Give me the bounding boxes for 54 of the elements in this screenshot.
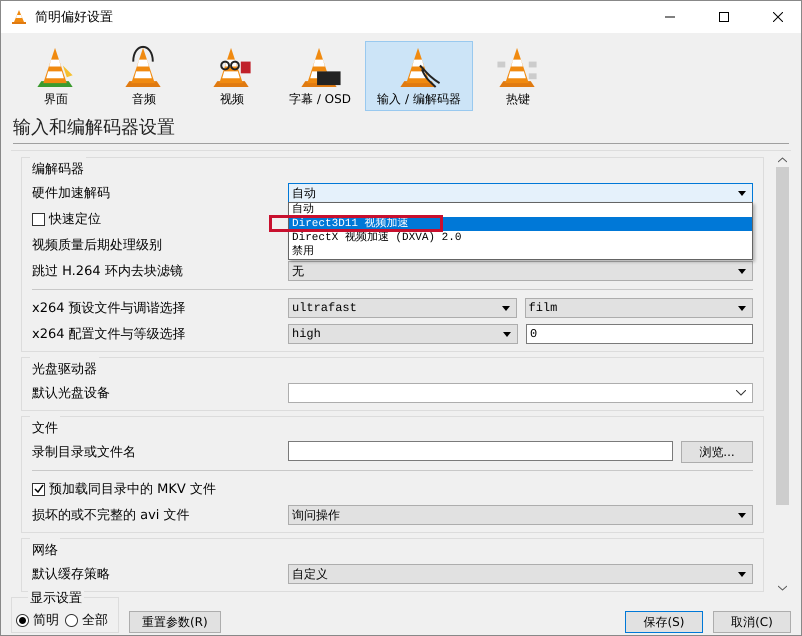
category-tab[interactable]: 热键	[475, 41, 561, 111]
dropdown[interactable]: 自定义	[288, 564, 753, 584]
traffic-cone-icon	[11, 9, 27, 25]
dropdown[interactable]: ultrafast	[288, 298, 516, 318]
checkbox[interactable]	[32, 212, 45, 226]
group-title: 显示设置	[28, 589, 84, 607]
dropdown-arrow-icon	[738, 190, 746, 196]
radio-label: 全部	[82, 612, 108, 629]
setting-label: 损坏的或不完整的 avi 文件	[32, 507, 191, 524]
checkbox-label: 预加载同目录中的 MKV 文件	[49, 481, 216, 498]
dropdown-arrow-icon	[503, 332, 511, 336]
setting-label: 跳过 H.264 环内去块滤镜	[32, 263, 184, 280]
category-tab[interactable]: 视频	[189, 41, 275, 111]
dialog-button[interactable]: 保存(S)	[625, 611, 703, 633]
category-tab[interactable]: 界面	[13, 41, 99, 111]
dropdown[interactable]: film	[524, 298, 753, 318]
dropdown-arrow-icon	[502, 306, 510, 310]
browse-button[interactable]: 浏览...	[681, 441, 753, 463]
page-heading: 输入和编解码器设置	[13, 115, 789, 144]
dropdown[interactable]: 无	[288, 261, 753, 281]
category-tab[interactable]: 音频	[101, 41, 187, 111]
reset-button[interactable]: 重置参数(R)	[129, 611, 221, 633]
scroll-down-icon[interactable]	[778, 585, 787, 591]
text-field[interactable]: 0	[526, 324, 753, 344]
setting-label: x264 预设文件与调谐选择	[32, 300, 187, 317]
dialog-button[interactable]: 取消(C)	[713, 611, 791, 633]
checkbox-label: 快速定位	[49, 211, 101, 228]
category-tab[interactable]: 输入 / 编解码器	[365, 41, 473, 111]
window-title: 简明偏好设置	[35, 9, 114, 26]
radio-button[interactable]	[65, 614, 78, 626]
setting-label: 视频质量后期处理级别	[32, 237, 163, 254]
setting-label: 录制目录或文件名	[32, 444, 137, 461]
dropdown-arrow-icon	[738, 572, 746, 576]
category-tab[interactable]: 字幕 / OSD	[277, 41, 363, 111]
dropdown-option[interactable]: 禁用	[289, 245, 752, 259]
dropdown-option[interactable]: 自动	[289, 203, 752, 217]
setting-label: x264 配置文件与等级选择	[32, 326, 187, 343]
dropdown[interactable]: 询问操作	[288, 505, 753, 525]
maximize-icon	[719, 12, 729, 22]
setting-label: 硬件加速解码	[32, 185, 111, 202]
close-icon	[773, 12, 783, 22]
setting-label: 默认光盘设备	[32, 385, 111, 402]
radio-button[interactable]	[16, 614, 29, 626]
dropdown-arrow-icon	[738, 512, 746, 518]
dropdown[interactable]: high	[288, 324, 518, 344]
path-field[interactable]	[288, 441, 673, 461]
setting-label: 默认缓存策略	[32, 566, 111, 583]
scroll-up-icon[interactable]	[778, 157, 787, 163]
dropdown-arrow-icon	[738, 306, 746, 310]
chevron-down-icon	[736, 390, 746, 396]
dropdown[interactable]: 自动	[288, 183, 753, 203]
dropdown-arrow-icon	[738, 268, 746, 274]
checkbox[interactable]	[32, 482, 45, 496]
radio-label: 简明	[33, 612, 59, 629]
